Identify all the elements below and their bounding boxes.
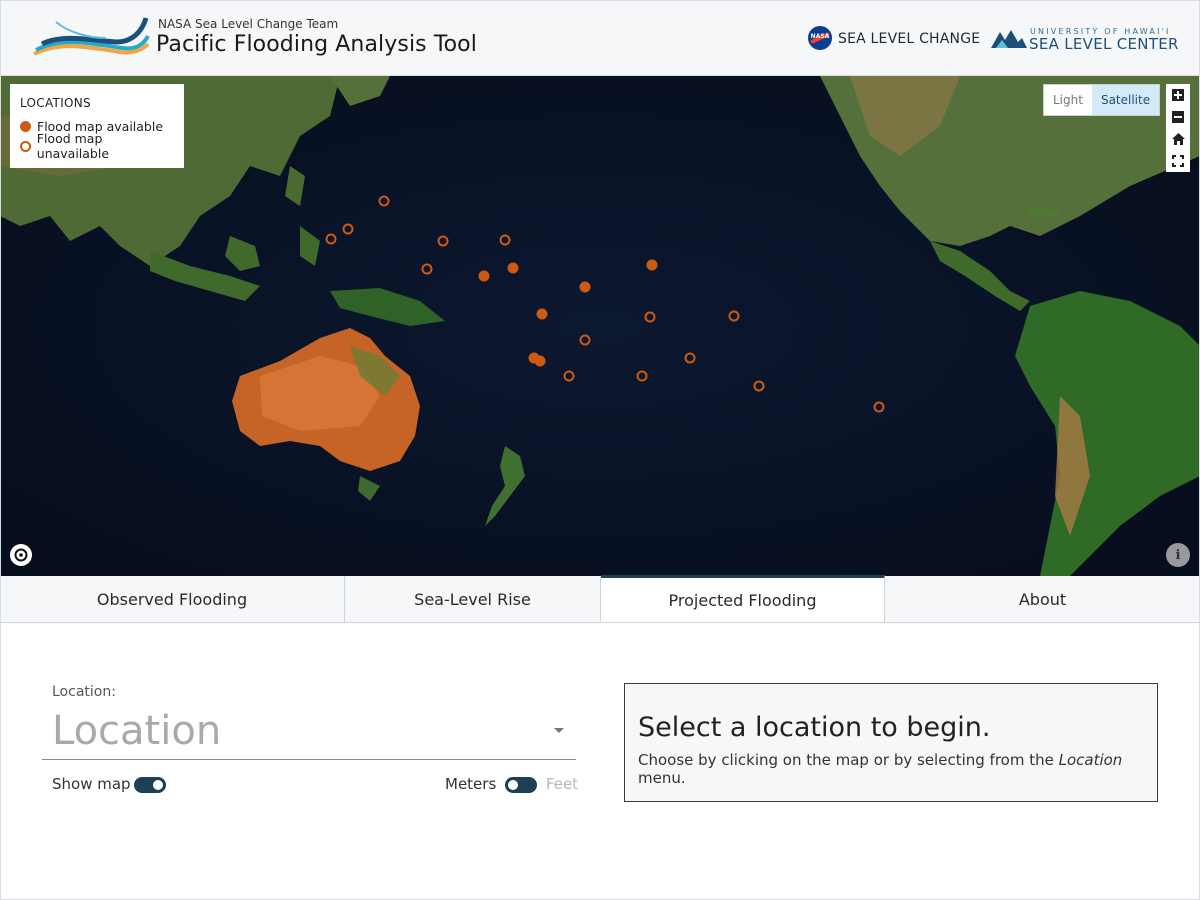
marker-available[interactable] — [534, 355, 546, 367]
location-select[interactable]: Location — [42, 706, 576, 760]
map-controls — [1166, 84, 1190, 172]
marker-available[interactable] — [579, 281, 591, 293]
marker-unavailable[interactable] — [437, 235, 449, 247]
zoom-out-icon[interactable] — [1166, 106, 1190, 128]
marker-unavailable[interactable] — [563, 370, 575, 382]
instructions-text: Choose by clicking on the map or by sele… — [638, 751, 1144, 787]
legend-item-unavailable: Flood map unavailable — [20, 131, 174, 161]
tab-observed-flooding[interactable]: Observed Flooding — [0, 576, 345, 622]
tab-projected-flooding[interactable]: Projected Flooding — [601, 575, 885, 622]
team-subtitle: NASA Sea Level Change Team — [158, 17, 339, 31]
section-tabs: Observed Flooding Sea-Level Rise Project… — [0, 575, 1200, 623]
instructions-text-location: Location — [1058, 751, 1123, 769]
meters-label: Meters — [445, 775, 497, 793]
filled-dot-icon — [20, 120, 31, 132]
marker-unavailable[interactable] — [753, 380, 765, 392]
legend-unavailable-label: Flood map unavailable — [36, 131, 110, 161]
feet-label: Feet — [546, 775, 579, 793]
zoom-in-icon[interactable] — [1166, 84, 1190, 106]
basemap-satellite-button[interactable]: Satellite — [1091, 85, 1160, 115]
app-header: NASA Sea Level Change Team Pacific Flood… — [0, 0, 1200, 76]
marker-unavailable[interactable] — [873, 401, 885, 413]
fullscreen-icon[interactable] — [1166, 150, 1190, 172]
units-toggle[interactable] — [505, 777, 537, 793]
location-select-placeholder: Location — [52, 708, 222, 754]
marker-available[interactable] — [646, 259, 658, 271]
hollow-dot-icon — [20, 140, 31, 152]
tab-sea-level-rise[interactable]: Sea-Level Rise — [345, 576, 601, 622]
tab-about[interactable]: About — [885, 576, 1200, 622]
basemap-toggle: Light Satellite — [1043, 84, 1161, 116]
marker-available[interactable] — [507, 262, 519, 274]
instructions-text-part2: menu. — [638, 769, 686, 787]
marker-unavailable[interactable] — [684, 352, 696, 364]
home-icon[interactable] — [1166, 128, 1190, 150]
marker-unavailable[interactable] — [325, 233, 337, 245]
app-title: Pacific Flooding Analysis Tool — [156, 32, 477, 57]
info-icon[interactable]: i — [1166, 543, 1190, 567]
marker-unavailable[interactable] — [378, 195, 390, 207]
marker-available[interactable] — [536, 308, 548, 320]
instructions-panel: Select a location to begin. Choose by cl… — [624, 683, 1158, 802]
marker-unavailable[interactable] — [421, 263, 433, 275]
marker-unavailable[interactable] — [342, 223, 354, 235]
nasa-logo-text: NASA — [810, 33, 830, 40]
marker-unavailable[interactable] — [644, 311, 656, 323]
marker-unavailable[interactable] — [499, 234, 511, 246]
legend-title: LOCATIONS — [20, 96, 91, 110]
uh-mountain-logo-icon — [991, 30, 1027, 48]
marker-unavailable[interactable] — [579, 334, 591, 346]
uh-sea-level-center-label[interactable]: SEA LEVEL CENTER — [1029, 35, 1179, 53]
nasa-logo[interactable]: NASA — [808, 26, 832, 50]
map-attribution-icon[interactable] — [10, 544, 32, 566]
instructions-heading: Select a location to begin. — [638, 712, 991, 743]
show-map-toggle[interactable] — [134, 777, 166, 793]
marker-available[interactable] — [478, 270, 490, 282]
basemap-light-button[interactable]: Light — [1044, 85, 1092, 115]
locations-legend: LOCATIONS Flood map available Flood map … — [10, 84, 184, 168]
marker-unavailable[interactable] — [728, 310, 740, 322]
sea-level-change-link[interactable]: SEA LEVEL CHANGE — [838, 31, 980, 47]
instructions-text-part1: Choose by clicking on the map or by sele… — [638, 751, 1059, 769]
marker-unavailable[interactable] — [636, 370, 648, 382]
sea-level-wave-logo — [33, 17, 150, 56]
satellite-map[interactable]: LOCATIONS Flood map available Flood map … — [0, 76, 1200, 576]
units-toggle-knob — [508, 780, 518, 790]
show-map-toggle-knob — [153, 780, 163, 790]
chevron-down-icon[interactable] — [554, 728, 564, 733]
show-map-label: Show map — [52, 775, 131, 793]
location-field-label: Location: — [52, 684, 116, 700]
